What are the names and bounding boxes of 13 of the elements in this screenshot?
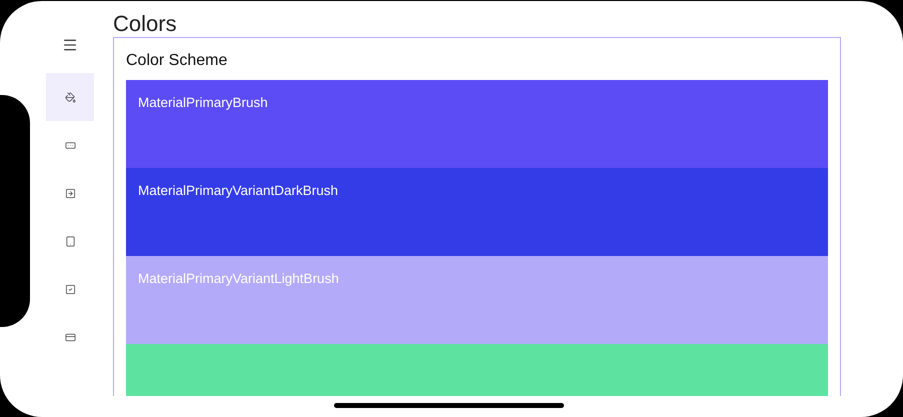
tablet-icon [64, 236, 76, 246]
swatch-name: MaterialPrimaryVariantDarkBrush [138, 183, 338, 198]
sidebar-item[interactable] [46, 73, 94, 121]
checkbox-icon [64, 284, 76, 294]
swatch-name: MaterialPrimaryVariantLightBrush [138, 271, 339, 286]
page-title: Colors [113, 10, 178, 37]
arrow-box-icon [64, 188, 76, 198]
swatch-name: MaterialPrimaryBrush [138, 95, 268, 110]
menu-icon [62, 37, 78, 53]
paint-bucket-icon [64, 92, 76, 102]
card-icon [64, 332, 76, 342]
text-field-icon [64, 140, 76, 150]
card-title: Color Scheme [126, 51, 228, 71]
